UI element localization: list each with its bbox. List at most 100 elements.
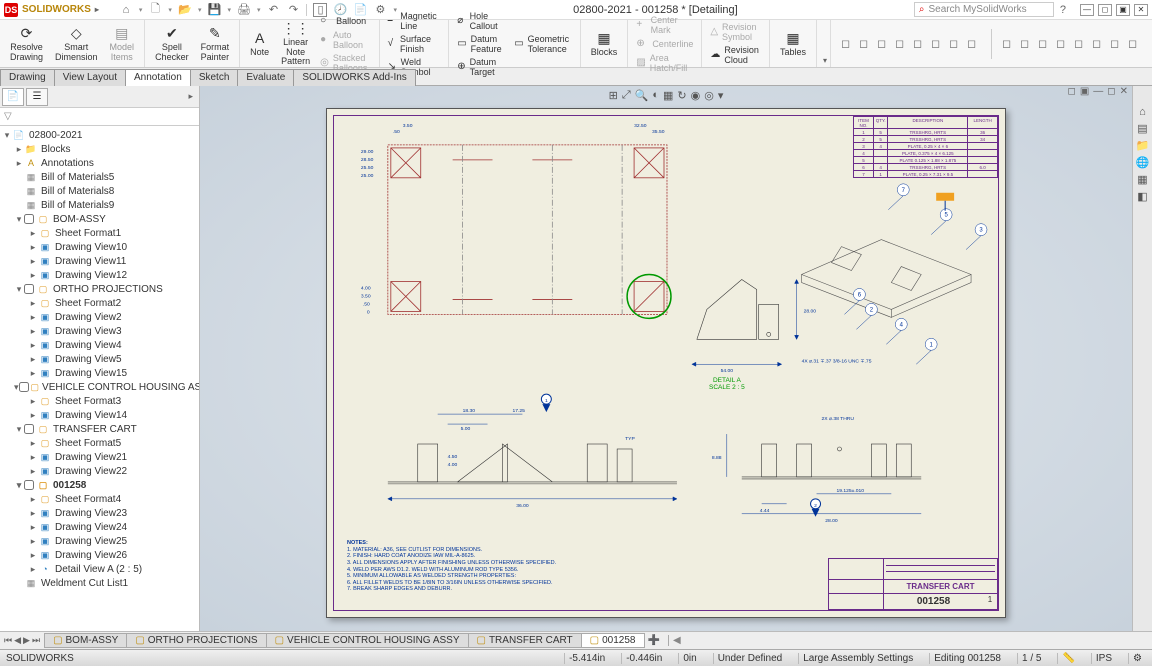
tree-node[interactable]: ▾▢VEHICLE CONTROL HOUSING ASS — [0, 380, 199, 394]
tree-node[interactable]: ▸▣Drawing View2 — [0, 310, 199, 324]
zoom-fit-icon[interactable]: ⤢ — [622, 89, 631, 102]
tree-node[interactable]: ▸▣Drawing View15 — [0, 366, 199, 380]
note-button[interactable]: ANote — [246, 28, 273, 60]
mdi-close-icon[interactable]: ✕ — [1120, 86, 1128, 97]
tool-icon[interactable]: ◻ — [949, 37, 963, 51]
hole-callout-button[interactable]: ⌀Hole Callout — [455, 10, 506, 32]
appearance-icon[interactable]: ▾ — [718, 89, 724, 102]
search-box[interactable]: ⌕ Search MySolidWorks — [914, 2, 1054, 17]
open-icon[interactable]: 📂 — [178, 3, 192, 17]
tree-node[interactable]: ▸▣Drawing View25 — [0, 534, 199, 548]
tree-node[interactable]: ▸▣Drawing View14 — [0, 408, 199, 422]
tree-node[interactable]: ▸▣Drawing View12 — [0, 268, 199, 282]
sheet-tab-001258[interactable]: ▢001258 — [581, 633, 645, 648]
tool-icon[interactable]: ◻ — [1110, 37, 1124, 51]
display-icon[interactable]: ◉ — [691, 89, 701, 102]
view-tool-icon[interactable]: ⊞ — [609, 89, 618, 102]
add-sheet-icon[interactable]: ➕ — [644, 635, 664, 646]
datum-feature-button[interactable]: ▭Datum Feature — [455, 33, 506, 55]
tree-node[interactable]: ▸▣Drawing View5 — [0, 352, 199, 366]
last-sheet-icon[interactable]: ⏭ — [32, 635, 40, 646]
appearances-icon[interactable]: ◧ — [1137, 190, 1147, 203]
linear-note-pattern-button[interactable]: ⋮⋮Linear Note Pattern — [277, 18, 314, 70]
prev-view-icon[interactable]: ◐ — [652, 89, 659, 101]
surface-finish-button[interactable]: √Surface Finish — [386, 33, 443, 55]
drawing-sheet[interactable]: ITEM NO.QTY.DESCRIPTIONLENGTH15TRSSHRG, … — [326, 108, 1006, 618]
tree-root[interactable]: ▾📄 02800-2021 — [0, 128, 199, 142]
mdi-restore-icon[interactable]: — — [1093, 86, 1103, 97]
tool-icon[interactable]: ◻ — [859, 37, 873, 51]
tool-icon[interactable]: ◻ — [1092, 37, 1106, 51]
tab-annotation[interactable]: Annotation — [125, 69, 191, 86]
tree-node[interactable]: ▾▢001258 — [0, 478, 199, 492]
tree-node[interactable]: ▾▢ORTHO PROJECTIONS — [0, 282, 199, 296]
restore-button[interactable]: ◻ — [1098, 4, 1112, 16]
view-palette-icon[interactable]: ▦ — [1137, 173, 1147, 186]
tree-node[interactable]: ▸▣Drawing View11 — [0, 254, 199, 268]
tab-drawing[interactable]: Drawing — [0, 69, 55, 86]
sheet-tab-vehicle-control-housing-assy[interactable]: ▢VEHICLE CONTROL HOUSING ASSY — [266, 633, 469, 648]
tree-node[interactable]: ▸▣Drawing View10 — [0, 240, 199, 254]
graphics-area[interactable]: ◻ ▣ — ◻ ✕ ⊞ ⤢ 🔍 ◐ ▦ ↻ ◉ ◎ ▾ ITEM NO.QTY.… — [200, 86, 1132, 631]
hide-show-icon[interactable]: ◎ — [704, 89, 714, 102]
zoom-area-icon[interactable]: 🔍 — [635, 89, 649, 102]
tree-node[interactable]: ▸📁Blocks — [0, 142, 199, 156]
smart-dimension-button[interactable]: ◇Smart Dimension — [51, 23, 102, 65]
sheet-tab-bom-assy[interactable]: ▢BOM-ASSY — [44, 633, 127, 648]
tree-node[interactable]: ▸▢Sheet Format2 — [0, 296, 199, 310]
mdi-max-icon[interactable]: ▣ — [1080, 86, 1089, 97]
first-sheet-icon[interactable]: ⏮ — [4, 635, 12, 646]
sheet-tab-transfer-cart[interactable]: ▢TRANSFER CART — [468, 633, 582, 648]
file-explorer-icon[interactable]: 🌐 — [1136, 156, 1150, 169]
blocks-button[interactable]: ▦Blocks — [587, 28, 622, 60]
feature-tree-tab[interactable]: 📄 — [2, 88, 24, 106]
tool-icon[interactable]: ◻ — [1038, 37, 1052, 51]
tree-node[interactable]: ▸▣Drawing View26 — [0, 548, 199, 562]
maximize-button[interactable]: ▣ — [1116, 4, 1130, 16]
tree-node[interactable]: ▸▣Drawing View3 — [0, 324, 199, 338]
tool-icon[interactable]: ◻ — [1020, 37, 1034, 51]
resolve-drawing-button[interactable]: ⟳Resolve Drawing — [6, 23, 47, 65]
status-gear-icon[interactable]: ⚙ — [1128, 653, 1146, 664]
tab-view-layout[interactable]: View Layout — [54, 69, 126, 86]
tree-node[interactable]: ▸▣Drawing View21 — [0, 450, 199, 464]
tool-icon[interactable]: ◻ — [877, 37, 891, 51]
tool-icon[interactable]: ◻ — [931, 37, 945, 51]
home-rail-icon[interactable]: ⌂ — [1139, 106, 1146, 118]
tree-node[interactable]: ▸▢Sheet Format4 — [0, 492, 199, 506]
tool-icon[interactable]: ◻ — [913, 37, 927, 51]
new-icon[interactable]: 🗋 — [148, 3, 162, 17]
geometric-tolerance-button[interactable]: ▭Geometric Tolerance — [512, 33, 574, 55]
tree-node[interactable]: ▸▣Drawing View4 — [0, 338, 199, 352]
print-icon[interactable]: 🖨 — [237, 3, 251, 17]
help-icon[interactable]: ? — [1060, 4, 1066, 16]
spell-checker-button[interactable]: ✔Spell Checker — [151, 23, 193, 65]
tool-icon[interactable]: ◻ — [895, 37, 909, 51]
close-button[interactable]: ✕ — [1134, 4, 1148, 16]
tab-evaluate[interactable]: Evaluate — [237, 69, 294, 86]
tree-node[interactable]: ▸◔Detail View A (2 : 5) — [0, 562, 199, 576]
tree-node[interactable]: ▾▢TRANSFER CART — [0, 422, 199, 436]
tree-node[interactable]: ▾▢BOM-ASSY — [0, 212, 199, 226]
tree-node[interactable]: ▦Bill of Materials9 — [0, 198, 199, 212]
magnetic-line-button[interactable]: ⎯Magnetic Line — [386, 10, 443, 32]
undo-icon[interactable]: ↶ — [266, 3, 280, 17]
filter-bar[interactable]: ▽ — [0, 108, 199, 126]
tree-node[interactable]: ▸▢Sheet Format1 — [0, 226, 199, 240]
tool-icon[interactable]: ◻ — [1074, 37, 1088, 51]
status-ruler-icon[interactable]: 📏 — [1057, 653, 1078, 664]
tool-icon[interactable]: ◻ — [841, 37, 855, 51]
resources-icon[interactable]: ▤ — [1137, 122, 1147, 135]
tree-node[interactable]: ▦Weldment Cut List1 — [0, 576, 199, 590]
tree-node[interactable]: ▸▣Drawing View24 — [0, 520, 199, 534]
tool-icon[interactable]: ◻ — [1128, 37, 1142, 51]
revision-cloud-button[interactable]: ☁Revision Cloud — [708, 44, 763, 66]
tool-icon[interactable]: ◻ — [967, 37, 981, 51]
tab-sketch[interactable]: Sketch — [190, 69, 239, 86]
tree-node[interactable]: ▸▢Sheet Format5 — [0, 436, 199, 450]
tab-solidworks-add-ins[interactable]: SOLIDWORKS Add-Ins — [293, 69, 415, 86]
design-lib-icon[interactable]: 📁 — [1136, 139, 1150, 152]
minimize-button[interactable]: — — [1080, 4, 1094, 16]
balloon-button[interactable]: ○Balloon — [318, 14, 373, 28]
tree-node[interactable]: ▸AAnnotations — [0, 156, 199, 170]
